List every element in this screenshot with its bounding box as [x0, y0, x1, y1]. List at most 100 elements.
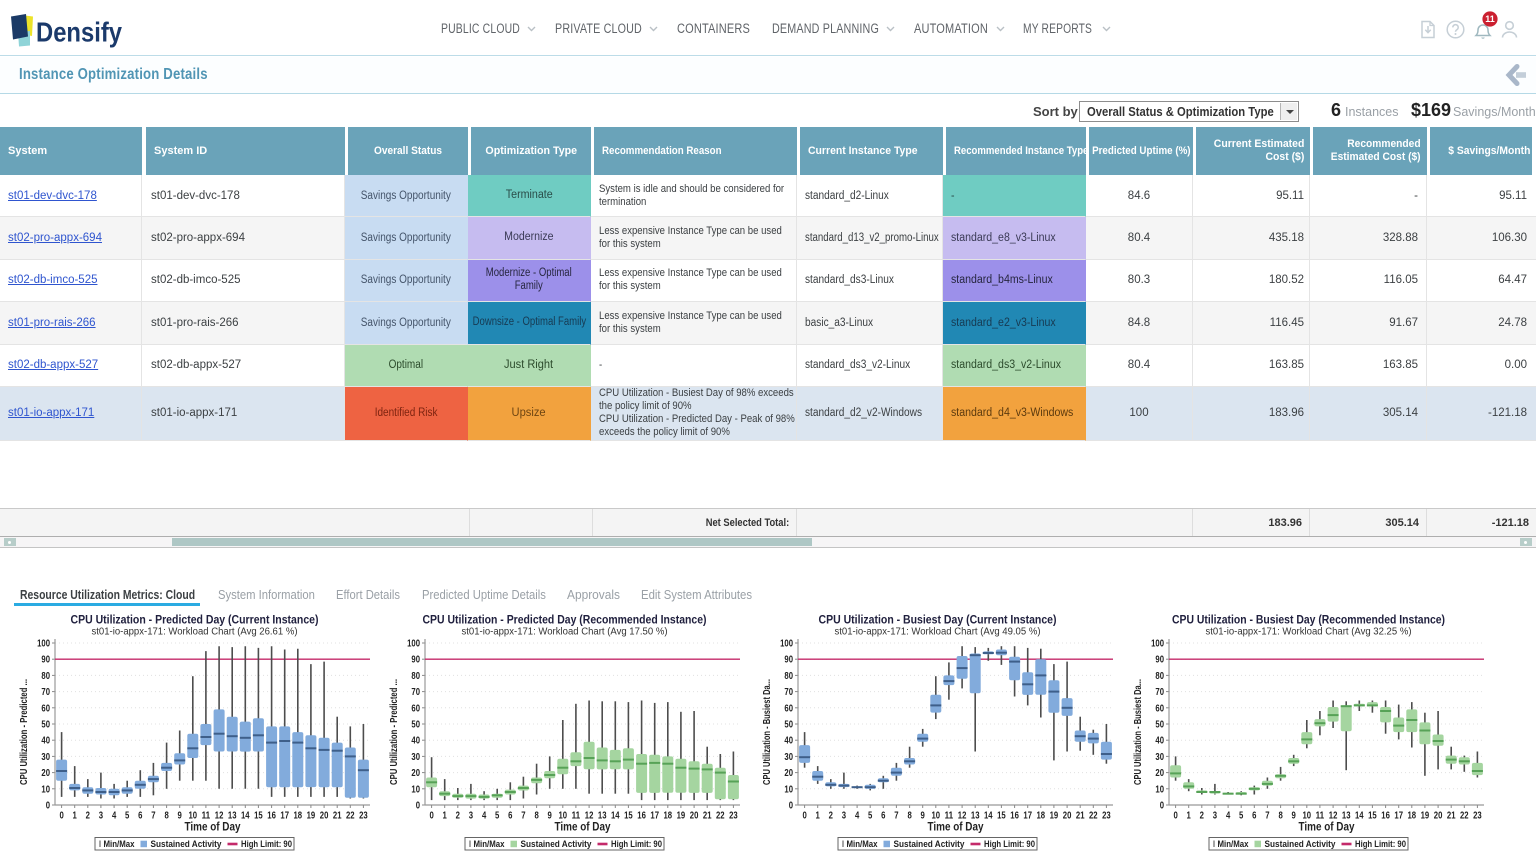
svg-text:st01-io-appx-171: Workload Cha: st01-io-appx-171: Workload Chart (Avg 17… [462, 627, 668, 638]
svg-text:20: 20 [690, 811, 699, 822]
svg-text:21: 21 [703, 811, 712, 822]
svg-text:5: 5 [868, 811, 873, 822]
svg-text:st01-io-appx-171: Workload Cha: st01-io-appx-171: Workload Chart (Avg 26… [92, 627, 298, 638]
svg-text:Min/Max: Min/Max [104, 839, 135, 849]
svg-text:50: 50 [784, 720, 793, 731]
svg-text:0: 0 [429, 811, 434, 822]
svg-text:Min/Max: Min/Max [474, 839, 505, 849]
svg-text:5: 5 [125, 811, 130, 822]
svg-text:1: 1 [73, 811, 78, 822]
svg-text:60: 60 [41, 703, 50, 714]
svg-text:9: 9 [1292, 811, 1297, 822]
svg-text:90: 90 [41, 655, 50, 666]
svg-text:Sustained Activity: Sustained Activity [151, 839, 222, 849]
svg-text:70: 70 [41, 687, 50, 698]
svg-text:14: 14 [241, 811, 250, 822]
svg-text:0: 0 [46, 801, 51, 812]
svg-text:9: 9 [548, 811, 553, 822]
svg-text:CPU Utilization - Busiest Da..: CPU Utilization - Busiest Da... [762, 679, 773, 785]
svg-text:CPU Utilization - Busiest Day: CPU Utilization - Busiest Day (Recommend… [1172, 615, 1445, 627]
svg-text:Time of Day: Time of Day [928, 820, 984, 834]
svg-text:16: 16 [637, 811, 646, 822]
svg-text:2: 2 [86, 811, 91, 822]
svg-text:18: 18 [294, 811, 303, 822]
svg-text:21: 21 [1076, 811, 1085, 822]
svg-text:9: 9 [921, 811, 926, 822]
svg-text:15: 15 [624, 811, 633, 822]
svg-text:18: 18 [664, 811, 673, 822]
svg-text:80: 80 [41, 671, 50, 682]
svg-text:6: 6 [881, 811, 886, 822]
svg-text:10: 10 [411, 784, 420, 795]
svg-text:Min/Max: Min/Max [1218, 839, 1249, 849]
svg-text:4: 4 [112, 811, 117, 822]
svg-text:20: 20 [411, 768, 420, 779]
svg-text:22: 22 [1460, 811, 1469, 822]
svg-text:80: 80 [1155, 671, 1164, 682]
svg-text:CPU Utilization - Predicted Da: CPU Utilization - Predicted Day (Current… [71, 615, 319, 627]
svg-text:40: 40 [1155, 736, 1164, 747]
svg-text:CPU Utilization - Predicted ..: CPU Utilization - Predicted ... [19, 679, 30, 785]
svg-text:0: 0 [1173, 811, 1178, 822]
svg-text:100: 100 [1151, 639, 1164, 650]
svg-text:4: 4 [482, 811, 487, 822]
svg-text:15: 15 [997, 811, 1006, 822]
svg-text:17: 17 [650, 811, 659, 822]
svg-text:High Limit: 90: High Limit: 90 [241, 839, 292, 849]
svg-text:10: 10 [1155, 784, 1164, 795]
svg-text:7: 7 [894, 811, 899, 822]
svg-text:6: 6 [508, 811, 513, 822]
svg-text:20: 20 [41, 768, 50, 779]
svg-text:3: 3 [1213, 811, 1218, 822]
svg-text:3: 3 [99, 811, 104, 822]
svg-text:9: 9 [178, 811, 183, 822]
svg-text:8: 8 [907, 811, 912, 822]
svg-text:30: 30 [411, 752, 420, 763]
svg-text:Densify: Densify [36, 17, 122, 48]
svg-text:15: 15 [1368, 811, 1377, 822]
svg-text:50: 50 [41, 720, 50, 731]
svg-text:5: 5 [495, 811, 500, 822]
svg-text:30: 30 [784, 752, 793, 763]
svg-text:1: 1 [443, 811, 448, 822]
svg-text:17: 17 [280, 811, 289, 822]
svg-text:15: 15 [254, 811, 263, 822]
svg-text:Min/Max: Min/Max [847, 839, 878, 849]
svg-text:70: 70 [411, 687, 420, 698]
svg-text:80: 80 [411, 671, 420, 682]
svg-text:CPU Utilization - Predicted ..: CPU Utilization - Predicted ... [389, 679, 400, 785]
svg-text:2: 2 [829, 811, 834, 822]
svg-text:100: 100 [780, 639, 793, 650]
svg-text:Time of Day: Time of Day [185, 820, 241, 834]
svg-text:23: 23 [1473, 811, 1482, 822]
svg-text:40: 40 [41, 736, 50, 747]
svg-text:3: 3 [469, 811, 474, 822]
svg-text:st01-io-appx-171: Workload Cha: st01-io-appx-171: Workload Chart (Avg 49… [835, 627, 1041, 638]
svg-text:4: 4 [855, 811, 860, 822]
svg-text:0: 0 [802, 811, 807, 822]
svg-text:22: 22 [346, 811, 355, 822]
svg-text:60: 60 [784, 703, 793, 714]
svg-text:23: 23 [1102, 811, 1111, 822]
svg-text:90: 90 [1155, 655, 1164, 666]
svg-text:60: 60 [411, 703, 420, 714]
svg-text:20: 20 [1434, 811, 1443, 822]
svg-text:7: 7 [1265, 811, 1270, 822]
svg-text:Time of Day: Time of Day [1299, 820, 1355, 834]
svg-text:Sustained Activity: Sustained Activity [1265, 839, 1336, 849]
svg-text:20: 20 [1063, 811, 1072, 822]
svg-text:Sustained Activity: Sustained Activity [521, 839, 592, 849]
svg-text:0: 0 [789, 801, 794, 812]
svg-text:4: 4 [1226, 811, 1231, 822]
svg-text:CPU Utilization - Predicted Da: CPU Utilization - Predicted Day (Recomme… [423, 615, 707, 627]
svg-text:1: 1 [816, 811, 821, 822]
svg-text:High Limit: 90: High Limit: 90 [984, 839, 1035, 849]
svg-text:70: 70 [1155, 687, 1164, 698]
svg-text:100: 100 [407, 639, 420, 650]
svg-text:3: 3 [842, 811, 847, 822]
svg-text:30: 30 [1155, 752, 1164, 763]
svg-text:14: 14 [984, 811, 993, 822]
svg-text:CPU Utilization - Busiest Day: CPU Utilization - Busiest Day (Current I… [819, 615, 1057, 627]
svg-text:st01-io-appx-171: Workload Cha: st01-io-appx-171: Workload Chart (Avg 32… [1206, 627, 1412, 638]
svg-text:7: 7 [521, 811, 526, 822]
